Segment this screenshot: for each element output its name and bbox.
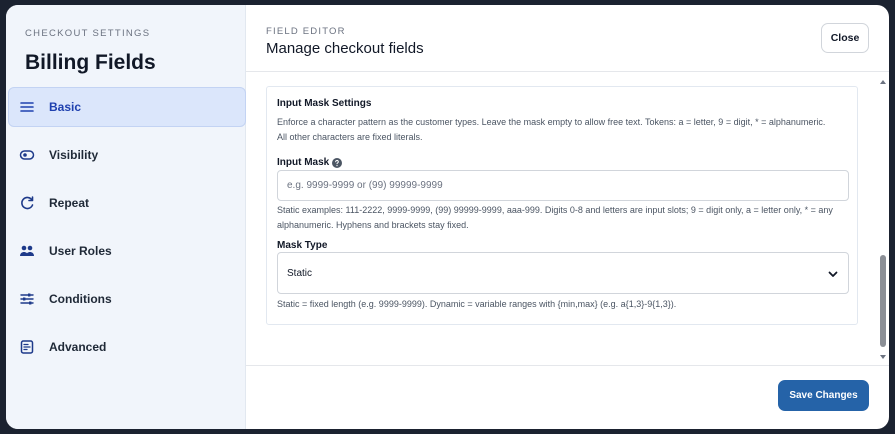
scrollbar[interactable] [877, 72, 889, 365]
close-button[interactable]: Close [821, 23, 869, 53]
sidebar: CHECKOUT SETTINGS Billing Fields Basic V… [6, 5, 246, 429]
mask-type-label: Mask Type [277, 240, 328, 251]
input-mask-help: Static examples: 111-2222, 9999-9999, (9… [277, 205, 833, 230]
editor-panel: FIELD EDITOR Manage checkout fields Clos… [246, 5, 889, 429]
sidebar-item-label: Conditions [49, 292, 112, 306]
page-title: Manage checkout fields [266, 40, 424, 57]
sidebar-item-user-roles[interactable]: User Roles [8, 231, 246, 271]
mask-type-select[interactable]: Static [277, 252, 849, 294]
header-kicker: FIELD EDITOR [266, 26, 346, 37]
question-circle-icon[interactable] [332, 157, 343, 168]
sidebar-item-conditions[interactable]: Conditions [8, 279, 246, 319]
mask-type-help: Static = fixed length (e.g. 9999-9999). … [277, 299, 677, 309]
section-title: Input Mask Settings [277, 98, 372, 109]
sidebar-item-visibility[interactable]: Visibility [8, 135, 246, 175]
input-mask-field[interactable] [277, 170, 849, 201]
editor-header: FIELD EDITOR Manage checkout fields Clos… [246, 5, 889, 72]
chevron-down-icon [828, 271, 838, 277]
refresh-icon [19, 195, 35, 211]
sliders-icon [19, 291, 35, 307]
users-icon [19, 243, 35, 259]
editor-footer: Save Changes [246, 365, 889, 429]
menu-icon [19, 99, 35, 115]
sidebar-nav: Basic Visibility Repeat User Roles Condi… [8, 87, 246, 375]
sidebar-item-repeat[interactable]: Repeat [8, 183, 246, 223]
document-icon [19, 339, 35, 355]
editor-content: Input Mask Settings Enforce a character … [246, 72, 889, 365]
scroll-down-arrow-icon[interactable] [880, 355, 886, 359]
sidebar-item-label: Advanced [49, 340, 107, 354]
input-mask-settings-card: Input Mask Settings Enforce a character … [266, 86, 858, 325]
sidebar-item-label: Basic [49, 100, 82, 114]
field-editor-modal: CHECKOUT SETTINGS Billing Fields Basic V… [6, 5, 889, 429]
sidebar-item-label: Visibility [49, 148, 99, 162]
save-changes-button[interactable]: Save Changes [778, 380, 869, 411]
sidebar-title: Billing Fields [25, 51, 156, 74]
sidebar-item-label: User Roles [49, 244, 112, 258]
eye-toggle-icon [19, 147, 35, 163]
sidebar-kicker: CHECKOUT SETTINGS [25, 28, 151, 39]
mask-type-selected-value: Static [287, 267, 313, 279]
sidebar-item-label: Repeat [49, 196, 90, 210]
sidebar-item-basic[interactable]: Basic [8, 87, 246, 127]
section-description: Enforce a character pattern as the custo… [277, 117, 826, 142]
scrollbar-thumb[interactable] [880, 255, 886, 347]
scroll-up-arrow-icon[interactable] [880, 80, 886, 84]
sidebar-item-advanced[interactable]: Advanced [8, 327, 246, 367]
input-mask-label-text: Input Mask [277, 157, 330, 168]
input-mask-label: Input Mask [277, 157, 343, 168]
